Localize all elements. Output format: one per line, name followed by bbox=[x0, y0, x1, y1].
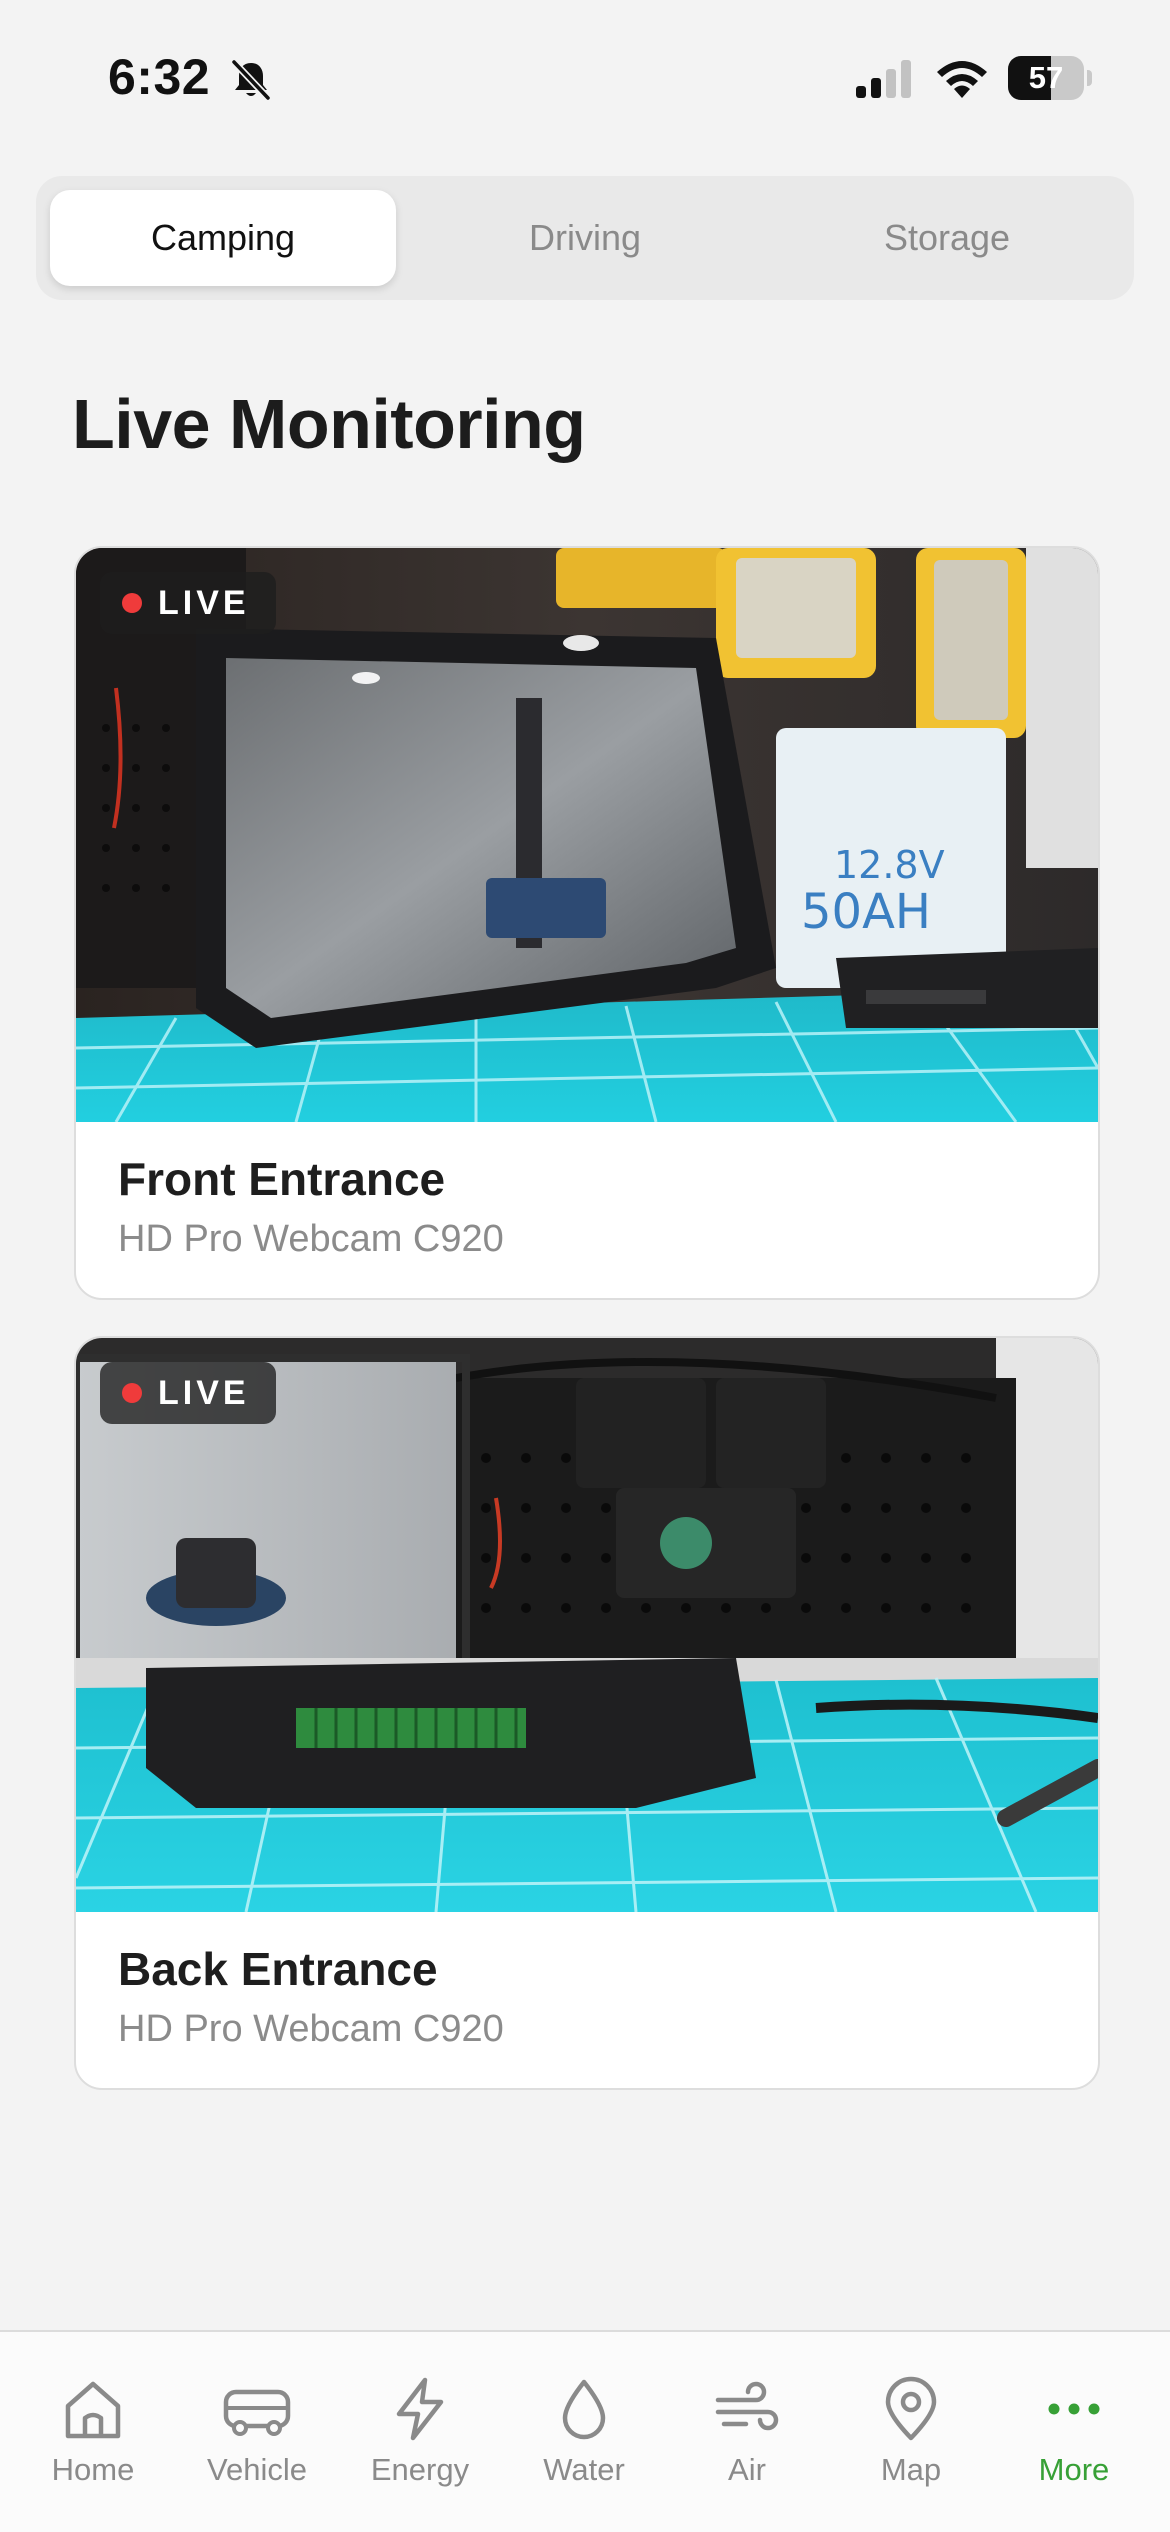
bottom-tab-bar: Home Vehicle Energy Water Air Map More bbox=[0, 2330, 1170, 2532]
segment-driving[interactable]: Driving bbox=[412, 190, 758, 286]
camera-name: Front Entrance bbox=[118, 1153, 446, 1205]
ellipsis-icon bbox=[1048, 2403, 1100, 2415]
live-badge-text: LIVE bbox=[158, 1373, 250, 1412]
svg-text:12.8V: 12.8V bbox=[834, 843, 945, 887]
tab-more[interactable]: More bbox=[999, 2374, 1149, 2504]
bell-slash-icon bbox=[231, 59, 271, 101]
live-dot-icon bbox=[122, 1383, 142, 1403]
camera-feed-back[interactable]: LIVE bbox=[76, 1338, 1098, 1912]
live-badge: LIVE bbox=[100, 1362, 276, 1424]
tab-label: Water bbox=[543, 2452, 625, 2487]
section-title: Live Monitoring bbox=[72, 385, 586, 463]
cellular-signal-icon bbox=[856, 60, 911, 98]
status-bar: 6:32 57 bbox=[0, 0, 1170, 150]
tab-label: Map bbox=[880, 2452, 942, 2487]
camera-card-front-entrance[interactable]: 12.8V 50AH LIVE Front Entrance HD Pro We… bbox=[74, 546, 1100, 1300]
tab-map[interactable]: Map bbox=[836, 2374, 986, 2504]
wifi-icon bbox=[937, 61, 987, 98]
tab-label: Vehicle bbox=[207, 2452, 307, 2487]
tab-energy[interactable]: Energy bbox=[345, 2374, 495, 2504]
tab-label: Energy bbox=[370, 2452, 470, 2487]
segment-camping[interactable]: Camping bbox=[50, 190, 396, 286]
van-icon bbox=[223, 2389, 291, 2436]
camera-model: HD Pro Webcam C920 bbox=[118, 2008, 504, 2050]
live-badge: LIVE bbox=[100, 572, 276, 634]
map-pin-icon bbox=[885, 2376, 937, 2441]
tab-water[interactable]: Water bbox=[509, 2374, 659, 2504]
camera-name: Back Entrance bbox=[118, 1943, 438, 1995]
live-badge-text: LIVE bbox=[158, 583, 250, 622]
camera-model: HD Pro Webcam C920 bbox=[118, 1218, 504, 1260]
wind-icon bbox=[715, 2381, 779, 2431]
live-dot-icon bbox=[122, 593, 142, 613]
tab-label: More bbox=[1038, 2452, 1110, 2487]
lightning-icon bbox=[396, 2377, 444, 2441]
tab-label: Home bbox=[51, 2452, 135, 2487]
house-icon bbox=[65, 2381, 121, 2439]
mode-segmented-control: Camping Driving Storage bbox=[36, 176, 1134, 300]
tab-home[interactable]: Home bbox=[18, 2374, 168, 2504]
camera-feed-front[interactable]: 12.8V 50AH LIVE bbox=[76, 548, 1098, 1122]
status-time: 6:32 bbox=[108, 49, 211, 105]
droplet-icon bbox=[562, 2379, 606, 2440]
camera-feed-image bbox=[76, 1338, 1098, 1912]
battery-percent: 57 bbox=[1028, 60, 1064, 95]
tab-air[interactable]: Air bbox=[672, 2374, 822, 2504]
camera-card-back-entrance[interactable]: LIVE Back Entrance HD Pro Webcam C920 bbox=[74, 1336, 1100, 2090]
svg-text:50AH: 50AH bbox=[801, 884, 931, 940]
tab-label: Air bbox=[728, 2452, 766, 2487]
camera-feed-image: 12.8V 50AH bbox=[76, 548, 1098, 1122]
battery-indicator: 57 bbox=[1008, 56, 1092, 100]
tab-vehicle[interactable]: Vehicle bbox=[182, 2374, 332, 2504]
segment-storage[interactable]: Storage bbox=[774, 190, 1120, 286]
app-screen: 6:32 57 Camping Driving Storage Live Mon… bbox=[0, 0, 1170, 2532]
